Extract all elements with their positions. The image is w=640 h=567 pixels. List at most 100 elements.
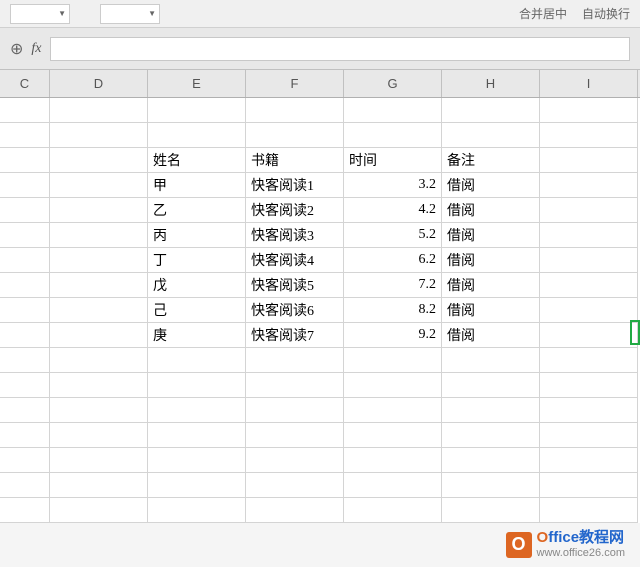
cell[interactable] (0, 373, 50, 398)
cell[interactable] (442, 98, 540, 123)
cell-book[interactable]: 快客阅读6 (246, 298, 344, 323)
col-header-H[interactable]: H (442, 70, 540, 97)
cell[interactable] (50, 473, 148, 498)
cell-note[interactable]: 借阅 (442, 273, 540, 298)
cell-name[interactable]: 庚 (148, 323, 246, 348)
cell[interactable] (442, 498, 540, 523)
cell-time[interactable]: 5.2 (344, 223, 442, 248)
cell[interactable] (540, 248, 638, 273)
formula-input[interactable] (50, 37, 630, 61)
cell-note[interactable]: 借阅 (442, 173, 540, 198)
cell[interactable] (540, 123, 638, 148)
cell[interactable] (50, 298, 148, 323)
cell[interactable] (50, 198, 148, 223)
cell[interactable] (0, 248, 50, 273)
cell[interactable] (540, 373, 638, 398)
cell[interactable] (50, 423, 148, 448)
col-header-G[interactable]: G (344, 70, 442, 97)
cell[interactable] (50, 148, 148, 173)
cell[interactable] (540, 198, 638, 223)
cell[interactable] (344, 498, 442, 523)
cell[interactable] (0, 298, 50, 323)
cell[interactable] (344, 473, 442, 498)
cell-book[interactable]: 快客阅读3 (246, 223, 344, 248)
cell[interactable] (540, 498, 638, 523)
cell[interactable] (344, 448, 442, 473)
cell[interactable] (50, 98, 148, 123)
cell[interactable] (246, 373, 344, 398)
cell[interactable] (148, 348, 246, 373)
wrap-text-button[interactable]: 自动换行 (582, 5, 630, 22)
cell[interactable] (442, 398, 540, 423)
cell[interactable] (148, 398, 246, 423)
cell[interactable] (148, 448, 246, 473)
cell[interactable] (50, 273, 148, 298)
cell[interactable] (0, 473, 50, 498)
cell[interactable] (50, 348, 148, 373)
cell[interactable] (0, 98, 50, 123)
cell[interactable] (50, 498, 148, 523)
col-header-C[interactable]: C (0, 70, 50, 97)
cell[interactable] (246, 123, 344, 148)
cell[interactable] (0, 273, 50, 298)
cell[interactable] (540, 323, 638, 348)
col-header-E[interactable]: E (148, 70, 246, 97)
cell[interactable] (344, 373, 442, 398)
cell[interactable] (0, 148, 50, 173)
cell-note[interactable]: 借阅 (442, 198, 540, 223)
cell[interactable] (0, 123, 50, 148)
cell-note[interactable]: 借阅 (442, 223, 540, 248)
fx-label[interactable]: fx (31, 41, 41, 57)
size-dropdown[interactable]: ▼ (100, 4, 160, 24)
cell[interactable] (540, 448, 638, 473)
cell-time[interactable]: 8.2 (344, 298, 442, 323)
cell[interactable] (50, 173, 148, 198)
cell[interactable] (344, 348, 442, 373)
cell[interactable] (148, 373, 246, 398)
cell[interactable] (540, 223, 638, 248)
cell-time[interactable]: 9.2 (344, 323, 442, 348)
cell[interactable] (344, 98, 442, 123)
cell-note[interactable]: 借阅 (442, 323, 540, 348)
cell[interactable] (0, 398, 50, 423)
cell[interactable] (246, 398, 344, 423)
cell-book[interactable]: 快客阅读7 (246, 323, 344, 348)
cell[interactable] (148, 423, 246, 448)
cell-time[interactable]: 7.2 (344, 273, 442, 298)
cell-time[interactable]: 3.2 (344, 173, 442, 198)
cell-header-note[interactable]: 备注 (442, 148, 540, 173)
cell[interactable] (442, 348, 540, 373)
spreadsheet-grid[interactable]: 姓名 书籍 时间 备注 甲 快客阅读1 3.2 借阅 乙 快客阅读2 4.2 借… (0, 98, 640, 523)
cell[interactable] (540, 173, 638, 198)
col-header-D[interactable]: D (50, 70, 148, 97)
cell[interactable] (0, 173, 50, 198)
cell-time[interactable]: 6.2 (344, 248, 442, 273)
col-header-F[interactable]: F (246, 70, 344, 97)
cell[interactable] (0, 198, 50, 223)
cell-time[interactable]: 4.2 (344, 198, 442, 223)
cell[interactable] (0, 498, 50, 523)
cell[interactable] (148, 123, 246, 148)
cell[interactable] (148, 473, 246, 498)
cell-name[interactable]: 甲 (148, 173, 246, 198)
col-header-I[interactable]: I (540, 70, 638, 97)
cell[interactable] (50, 448, 148, 473)
cell[interactable] (540, 473, 638, 498)
cell[interactable] (0, 223, 50, 248)
cell[interactable] (442, 473, 540, 498)
cell[interactable] (0, 423, 50, 448)
cell[interactable] (540, 148, 638, 173)
cell-note[interactable]: 借阅 (442, 298, 540, 323)
cell[interactable] (540, 398, 638, 423)
cell-name[interactable]: 丙 (148, 223, 246, 248)
cell[interactable] (540, 298, 638, 323)
cell[interactable] (540, 348, 638, 373)
cell-header-book[interactable]: 书籍 (246, 148, 344, 173)
cell[interactable] (50, 398, 148, 423)
cell[interactable] (344, 123, 442, 148)
cell[interactable] (0, 348, 50, 373)
cell[interactable] (442, 423, 540, 448)
cell[interactable] (246, 98, 344, 123)
cell[interactable] (50, 373, 148, 398)
cell-book[interactable]: 快客阅读4 (246, 248, 344, 273)
